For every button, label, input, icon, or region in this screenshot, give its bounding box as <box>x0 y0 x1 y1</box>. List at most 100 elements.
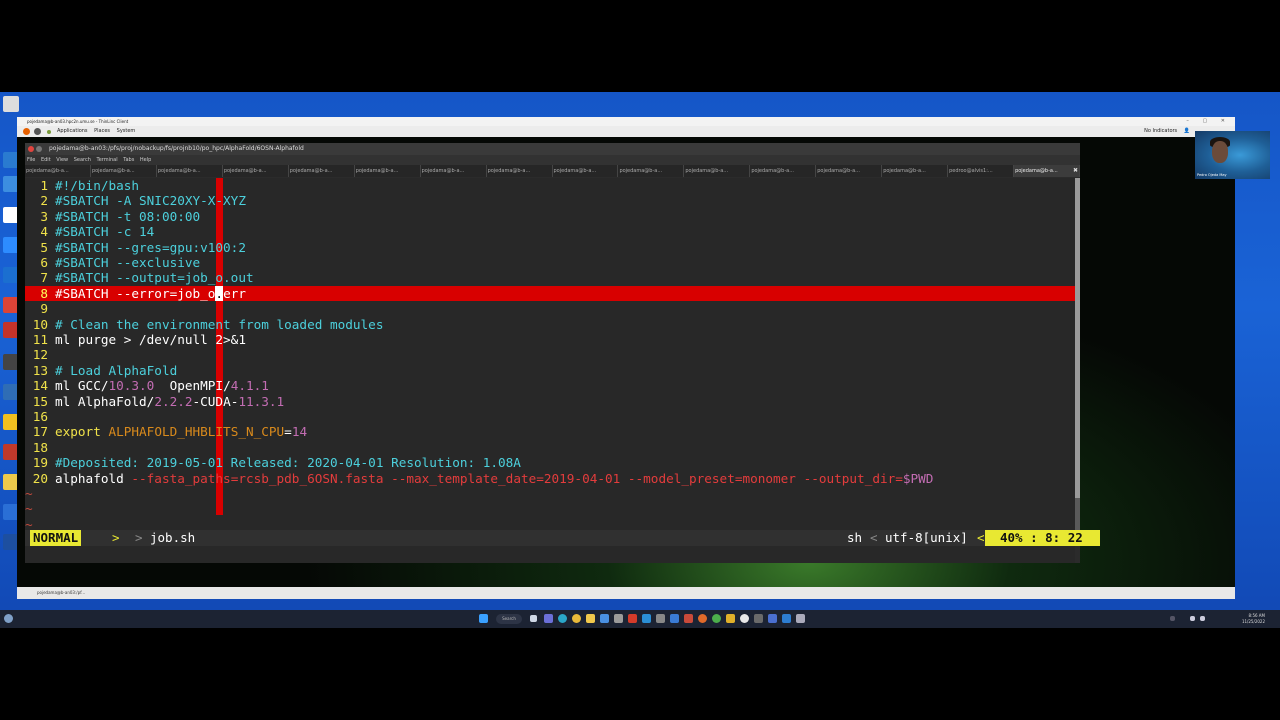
app-icon[interactable] <box>768 614 777 623</box>
statusline-encoding: utf-8[unix] <box>885 530 968 545</box>
terminal-tab[interactable]: pojedama@b-a... <box>552 165 619 177</box>
task-view-icon[interactable] <box>530 615 537 622</box>
line-text: ml AlphaFold/2.2.2-CUDA-11.3.1 <box>55 394 284 409</box>
window-controls[interactable]: – ▢ ✕ <box>1186 117 1231 126</box>
chrome-icon[interactable] <box>572 614 581 623</box>
terminal-tab[interactable]: pedroo@alvis1:... <box>948 165 1015 177</box>
statusline-separator: > <box>112 530 120 545</box>
volume-icon[interactable] <box>1200 616 1205 621</box>
code-token: --fasta_paths=rcsb_pdb_6OSN.fasta --max_… <box>131 470 903 486</box>
terminal-tab[interactable]: pojedama@b-a... <box>90 165 157 177</box>
app-icon[interactable] <box>726 614 735 623</box>
windows-start-icon[interactable] <box>479 614 488 623</box>
firefox-icon[interactable] <box>23 128 30 135</box>
terminal-launcher-icon[interactable] <box>34 128 41 135</box>
vim-line[interactable]: 2 #SBATCH -A SNIC20XY-X-XYZ <box>25 193 1075 208</box>
vim-line[interactable]: 1 #!/bin/bash <box>25 178 1075 193</box>
menu-terminal[interactable]: Terminal <box>97 157 118 163</box>
app-icon[interactable] <box>740 614 749 623</box>
vim-command-line[interactable] <box>25 547 1075 563</box>
terminal-tab[interactable]: pojedama@b-a... <box>354 165 421 177</box>
menu-file[interactable]: File <box>27 157 35 163</box>
teams-icon[interactable] <box>544 614 553 623</box>
app-icon[interactable] <box>656 614 665 623</box>
edge-icon[interactable] <box>558 614 567 623</box>
terminal-tab[interactable]: pojedama@b-a... <box>222 165 289 177</box>
system-tray-icon[interactable] <box>1170 616 1175 621</box>
terminal-tab[interactable]: pojedama@b-a... <box>750 165 817 177</box>
vim-line[interactable]: 12 <box>25 347 1075 362</box>
vim-line[interactable]: 10 # Clean the environment from loaded mo… <box>25 317 1075 332</box>
empty-line-tilde: ~ <box>25 486 33 501</box>
menu-help[interactable]: Help <box>140 157 151 163</box>
menu-system[interactable]: System <box>117 126 136 137</box>
vim-line[interactable]: 7 #SBATCH --output=job_o.out <box>25 270 1075 285</box>
minimize-icon[interactable] <box>36 146 42 152</box>
app-icon[interactable] <box>712 614 721 623</box>
menu-search[interactable]: Search <box>74 157 91 163</box>
app-icon[interactable] <box>642 614 651 623</box>
terminal-tab[interactable]: pojedama@b-a... <box>25 165 91 177</box>
app-icon[interactable] <box>684 614 693 623</box>
vim-line[interactable]: 16 <box>25 409 1075 424</box>
terminal-tab[interactable]: pojedama@b-a... <box>684 165 751 177</box>
indicators-label[interactable]: No Indicators <box>1144 126 1177 137</box>
vim-line[interactable]: 6 #SBATCH --exclusive <box>25 255 1075 270</box>
vim-line[interactable]: 13 # Load AlphaFold <box>25 363 1075 378</box>
user-icon[interactable]: 👤 <box>1184 126 1190 137</box>
vim-line[interactable]: 15 ml AlphaFold/2.2.2-CUDA-11.3.1 <box>25 394 1075 409</box>
vim-line[interactable]: 9 <box>25 301 1075 316</box>
terminal-tab[interactable]: pojedama@b-a... <box>882 165 949 177</box>
vim-cursor-line[interactable]: 8 #SBATCH --error=job_o.err <box>25 285 1075 302</box>
close-icon[interactable] <box>28 146 34 152</box>
line-text: #!/bin/bash <box>55 178 139 193</box>
vim-line[interactable]: 20 alphafold --fasta_paths=rcsb_pdb_6OSN.… <box>25 471 1075 486</box>
terminal-tab[interactable]: pojedama@b-a... <box>156 165 223 177</box>
scrollbar-thumb[interactable] <box>1075 178 1080 498</box>
line-number: 11 <box>32 332 48 347</box>
vim-line[interactable]: 11 ml purge > /dev/null 2>&1 <box>25 332 1075 347</box>
app-icon[interactable] <box>670 614 679 623</box>
window-list-item[interactable]: pojedama@b-an03:/pf... <box>37 590 85 595</box>
code-token: #SBATCH -c 14 <box>55 224 155 240</box>
line-number: 7 <box>40 270 48 286</box>
menu-places[interactable]: Places <box>94 126 110 137</box>
acrobat-icon[interactable] <box>628 614 637 623</box>
vim-line[interactable]: 17 export ALPHAFOLD_HHBLITS_N_CPU=14 <box>25 424 1075 439</box>
vim-line[interactable]: 18 <box>25 440 1075 455</box>
desktop-shortcut-icon[interactable] <box>3 96 19 112</box>
app-icon[interactable] <box>782 614 791 623</box>
terminal-tab[interactable]: pojedama@b-a... <box>486 165 553 177</box>
app-icon[interactable] <box>796 614 805 623</box>
terminal-tab[interactable]: pojedama@b-a... <box>1014 165 1080 177</box>
wifi-icon[interactable] <box>1190 616 1195 621</box>
vim-line[interactable]: 19 #Deposited: 2019-05-01 Released: 2020-… <box>25 455 1075 470</box>
menu-tabs[interactable]: Tabs <box>123 157 134 163</box>
vim-editor[interactable]: 1 #!/bin/bash 2 #SBATCH -A SNIC20XY-X-XYZ 3 #… <box>25 178 1075 563</box>
app-icon[interactable] <box>698 614 707 623</box>
vim-line[interactable]: 5 #SBATCH --gres=gpu:v100:2 <box>25 240 1075 255</box>
taskbar-clock[interactable]: 8:56 AM 11/25/2022 <box>1242 613 1265 625</box>
terminal-tab[interactable]: pojedama@b-a... <box>288 165 355 177</box>
screen: pojedama@b-an03.hpc2n.umu.se - ThinLinc … <box>0 0 1280 720</box>
terminal-tab[interactable]: pojedama@b-a... <box>420 165 487 177</box>
app-icon[interactable] <box>614 614 623 623</box>
thinlinc-titlebar: pojedama@b-an03.hpc2n.umu.se - ThinLinc … <box>17 117 1235 126</box>
vim-line[interactable]: 4 #SBATCH -c 14 <box>25 224 1075 239</box>
code-token: OpenMPI/ <box>154 378 231 394</box>
widgets-icon[interactable] <box>4 614 13 623</box>
code-token: ml purge > /dev/null 2>&1 <box>55 332 246 347</box>
menu-edit[interactable]: Edit <box>41 157 51 163</box>
menu-applications[interactable]: Applications <box>57 126 88 137</box>
menu-view[interactable]: View <box>56 157 68 163</box>
app-icon[interactable] <box>754 614 763 623</box>
tab-close-icon[interactable]: ✖ <box>1073 165 1078 177</box>
file-explorer-icon[interactable] <box>586 614 595 623</box>
vim-line[interactable]: 3 #SBATCH -t 08:00:00 <box>25 209 1075 224</box>
gnome-top-panel: Applications Places System No Indicators… <box>17 126 1235 137</box>
terminal-tab[interactable]: pojedama@b-a... <box>816 165 883 177</box>
taskbar-search[interactable]: Search <box>496 614 522 624</box>
vim-line[interactable]: 14 ml GCC/10.3.0 OpenMPI/4.1.1 <box>25 378 1075 393</box>
app-icon[interactable] <box>600 614 609 623</box>
terminal-tab[interactable]: pojedama@b-a... <box>618 165 685 177</box>
